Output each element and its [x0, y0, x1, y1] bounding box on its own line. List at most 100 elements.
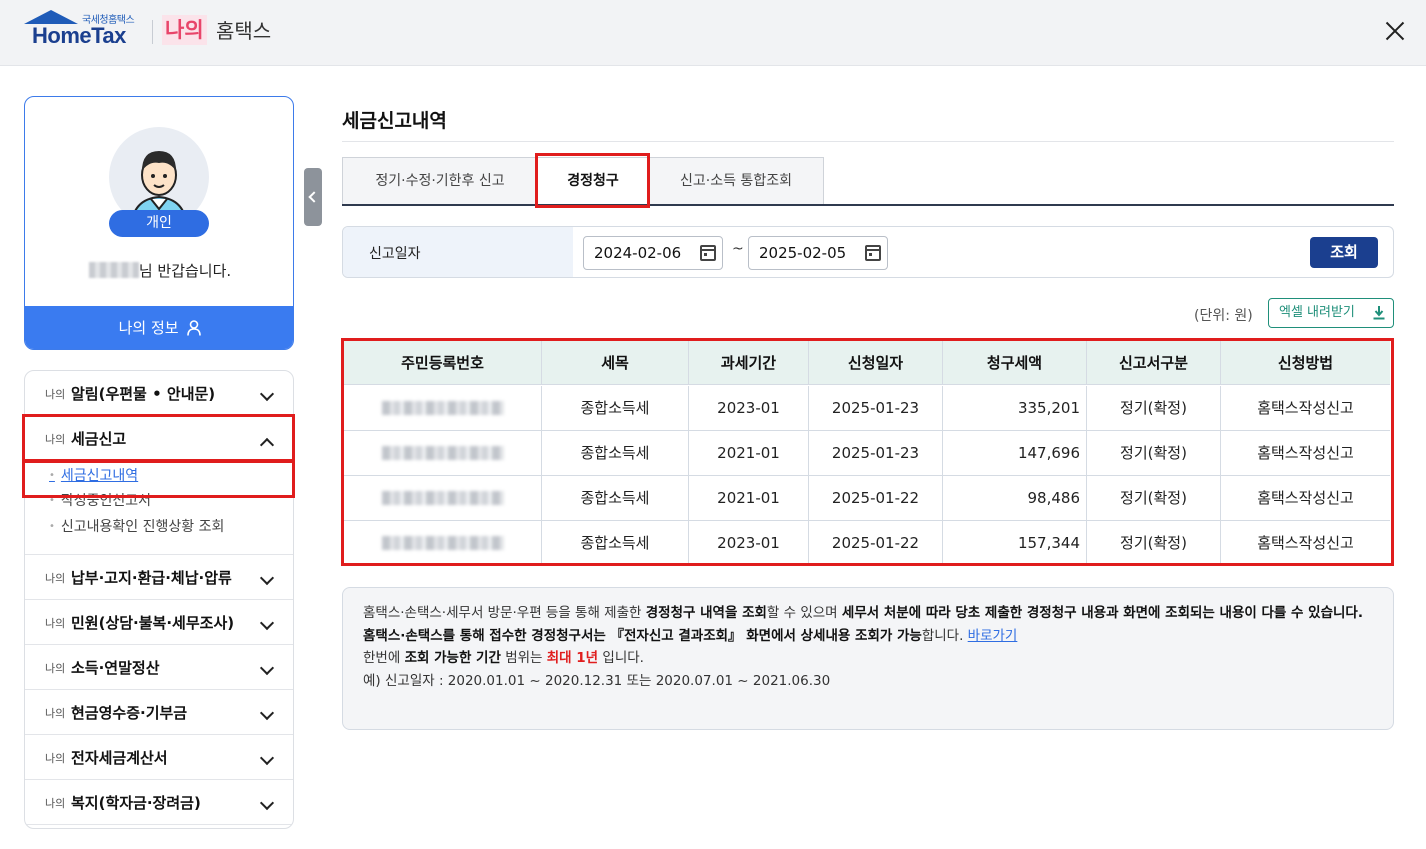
table-row[interactable]: 종합소득세 2023-01 2025-01-23 335,201 정기(확정) … — [344, 386, 1390, 431]
top-header: 국세청홈택스 HomeTax 나의 홈택스 — [0, 0, 1426, 66]
notice-bold: 홈택스·손택스를 통해 접수한 경정청구서는 — [363, 627, 611, 644]
notice-text: 할 수 있으며 — [766, 605, 842, 621]
table-cell: 2025-01-22 — [808, 521, 942, 565]
sidebar-item-prefix: 나의 — [45, 752, 66, 765]
table-cell: 98,486 — [942, 476, 1086, 520]
table-cell: 2025-01-23 — [808, 431, 942, 475]
calendar-icon[interactable] — [865, 245, 881, 261]
notice-text: 범위는 — [500, 650, 547, 666]
tab-integrated-inquiry[interactable]: 신고·소득 통합조회 — [648, 157, 824, 205]
column-header: 과세기간 — [688, 341, 808, 385]
column-header: 주민등록번호 — [401, 354, 484, 372]
masked-resident-number — [344, 386, 541, 430]
table-cell: 2021-01 — [688, 476, 808, 520]
table-cell: 정기(확정) — [1086, 476, 1220, 520]
sidebar-item-payment[interactable]: 나의 납부·고지·환급·체납·압류 — [25, 555, 293, 600]
sidebar-item-prefix: 나의 — [45, 707, 66, 720]
profile-card: 개인 님 반갑습니다. 나의 정보 — [24, 96, 294, 350]
column-header: 세목 — [541, 341, 688, 385]
table-row[interactable]: 종합소득세 2021-01 2025-01-22 98,486 정기(확정) 홈… — [344, 476, 1390, 521]
sidebar-item-civil-petition[interactable]: 나의 민원(상담·불복·세무조사) — [25, 600, 293, 645]
table-cell: 홈택스작성신고 — [1220, 431, 1390, 475]
notice-highlight: 최대 1년 — [546, 650, 599, 666]
brand-name: HomeTax — [32, 23, 126, 48]
table-row[interactable]: 종합소득세 2023-01 2025-01-22 157,344 정기(확정) … — [344, 521, 1390, 566]
sidebar-item-label: 현금영수증·기부금 — [71, 704, 188, 722]
table-cell: 2021-01 — [688, 431, 808, 475]
submenu-tax-return-history[interactable]: 세금신고내역 — [49, 465, 138, 485]
masked-resident-number — [344, 476, 541, 520]
sidebar-item-prefix: 나의 — [45, 572, 66, 585]
sidebar-item-label: 납부·고지·환급·체납·압류 — [71, 569, 232, 587]
hometax-logo[interactable]: 국세청홈택스 HomeTax — [24, 10, 142, 50]
column-header: 신고서구분 — [1086, 341, 1220, 385]
sidebar-collapse-toggle[interactable] — [304, 168, 322, 226]
column-header: 신청방법 — [1220, 341, 1390, 385]
date-range-separator: ~ — [732, 241, 744, 257]
table-cell: 정기(확정) — [1086, 521, 1220, 565]
masked-resident-number — [344, 431, 541, 475]
sidebar-item-label: 전자세금계산서 — [71, 749, 168, 767]
table-row[interactable]: 종합소득세 2021-01 2025-01-23 147,696 정기(확정) … — [344, 431, 1390, 476]
table-cell: 종합소득세 — [541, 476, 688, 520]
table-cell: 147,696 — [942, 431, 1086, 475]
table-cell: 홈택스작성신고 — [1220, 521, 1390, 565]
header-hometax-label: 홈택스 — [216, 19, 272, 43]
column-header: 신청일자 — [808, 341, 942, 385]
sidebar-item-welfare[interactable]: 나의 복지(학자금·장려금) — [25, 780, 293, 825]
notice-text: 홈택스·손택스·세무서 방문·우편 등을 통해 제출한 — [363, 605, 646, 621]
sidebar-item-label: 소득·연말정산 — [71, 659, 160, 677]
table-cell: 정기(확정) — [1086, 386, 1220, 430]
table-cell: 335,201 — [942, 386, 1086, 430]
notice-line-3: 한번에 조회 가능한 기간 범위는 최대 1년 입니다. — [363, 647, 1373, 670]
sidebar-item-prefix: 나의 — [45, 617, 66, 630]
chevron-down-icon — [259, 570, 275, 586]
sidebar-item-income[interactable]: 나의 소득·연말정산 — [25, 645, 293, 690]
sidebar-item-e-invoice[interactable]: 나의 전자세금계산서 — [25, 735, 293, 780]
download-icon — [1373, 306, 1385, 320]
sidebar-item-cash-receipt[interactable]: 나의 현금영수증·기부금 — [25, 690, 293, 735]
submenu-draft-returns[interactable]: 작성중인신고서 — [49, 490, 151, 510]
chevron-down-icon — [259, 750, 275, 766]
notice-bold: 세무서 처분에 따라 당초 제출한 경정청구 내용과 화면에 조회되는 내용이 … — [841, 605, 1363, 621]
notice-line-4: 예) 신고일자 : 2020.01.01 ~ 2020.12.31 또는 202… — [363, 672, 831, 689]
submenu-review-progress[interactable]: 신고내용확인 진행상황 조회 — [49, 516, 224, 536]
tax-return-submenu: 세금신고내역 작성중인신고서 신고내용확인 진행상황 조회 — [25, 461, 293, 555]
my-info-button[interactable]: 나의 정보 — [25, 306, 293, 349]
table-cell: 종합소득세 — [541, 386, 688, 430]
sidebar-item-notifications[interactable]: 나의 알림(우편물 • 안내문) — [25, 371, 293, 416]
notice-box: 홈택스·손택스·세무서 방문·우편 등을 통해 제출한 경정청구 내역을 조회할… — [342, 587, 1394, 730]
table-cell: 2025-01-23 — [808, 386, 942, 430]
table-header-row: 주민등록번호 세목 과세기간 신청일자 청구세액 신고서구분 신청방법 — [344, 341, 1390, 385]
table-cell: 157,344 — [942, 521, 1086, 565]
sidebar-item-label: 복지(학자금·장려금) — [71, 794, 201, 812]
tabs-underline — [342, 204, 1394, 206]
sidebar-item-label: 세금신고 — [71, 430, 127, 448]
notice-bold: 조회 가능한 기간 — [404, 650, 501, 666]
excel-download-button[interactable]: 엑셀 내려받기 — [1268, 298, 1394, 328]
notice-text: 입니다. — [598, 650, 644, 666]
masked-value — [381, 536, 504, 550]
notice-bold: 경정청구 내역을 조회 — [645, 605, 767, 621]
notice-line-1: 홈택스·손택스·세무서 방문·우편 등을 통해 제출한 경정청구 내역을 조회할… — [363, 602, 1373, 625]
search-button[interactable]: 조회 — [1310, 237, 1378, 268]
user-type-badge: 개인 — [109, 210, 209, 237]
search-panel: 신고일자 2024-02-06 ~ 2025-02-05 조회 — [342, 226, 1394, 278]
chevron-down-icon — [259, 660, 275, 676]
sidebar-item-prefix: 나의 — [45, 797, 66, 810]
notice-text: 합니다. — [921, 627, 968, 644]
sidebar-menu: 나의 알림(우편물 • 안내문) 나의 세금신고 세금신고내역 작성중인신고서 … — [24, 370, 294, 829]
excel-download-label: 엑셀 내려받기 — [1279, 305, 1355, 320]
table-cell: 홈택스작성신고 — [1220, 386, 1390, 430]
table-cell: 2025-01-22 — [808, 476, 942, 520]
masked-value — [381, 401, 504, 415]
chevron-down-icon — [259, 386, 275, 402]
shortcut-link[interactable]: 바로가기 — [968, 628, 1018, 644]
tab-regular-return[interactable]: 정기·수정·기한후 신고 — [342, 157, 538, 205]
close-icon[interactable] — [1380, 16, 1410, 46]
sidebar-item-tax-return[interactable]: 나의 세금신고 — [25, 416, 293, 461]
masked-value — [381, 491, 504, 505]
calendar-icon[interactable] — [700, 245, 716, 261]
notice-bold: 『전자신고 결과조회』 화면에서 상세내용 조회가 가능 — [610, 627, 922, 644]
tab-correction-claim[interactable]: 경정청구 — [537, 157, 649, 205]
